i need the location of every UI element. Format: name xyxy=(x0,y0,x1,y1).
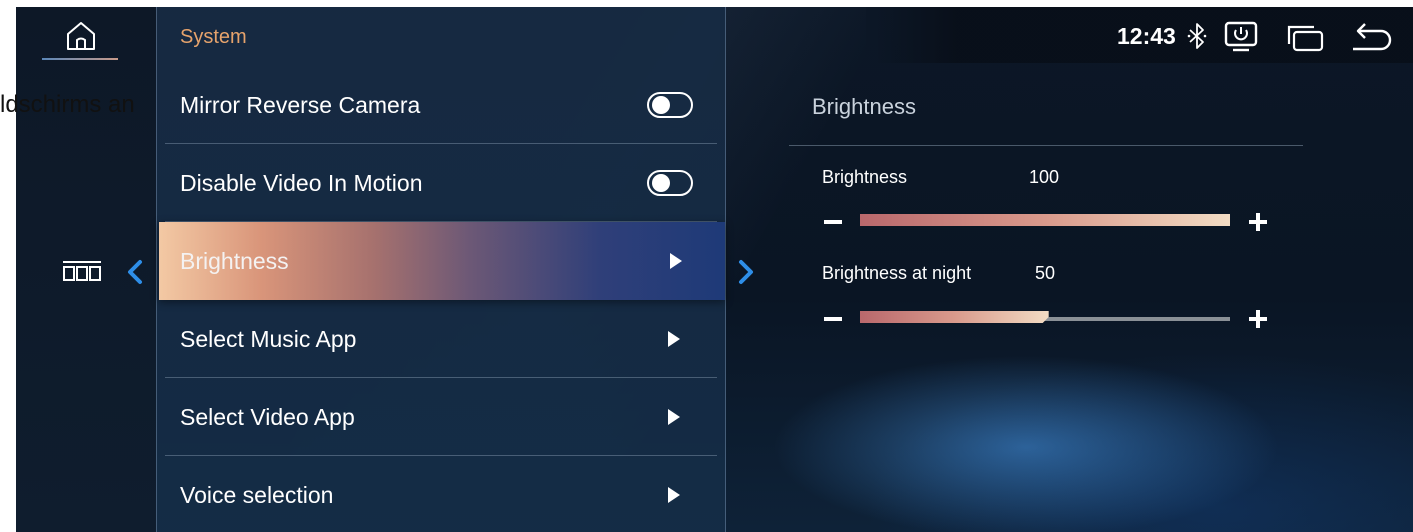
menu-item-voice-selection[interactable]: Voice selection xyxy=(165,456,717,532)
night-brightness-label: Brightness at night xyxy=(822,263,972,283)
brightness-value: 100 xyxy=(1029,167,1060,187)
play-arrow-icon xyxy=(668,331,680,347)
toggle-knob xyxy=(652,174,670,192)
night-brightness-increase-button[interactable] xyxy=(1249,310,1267,328)
bluetooth-icon xyxy=(1187,23,1207,49)
menu-item-label: Brightness xyxy=(180,248,289,274)
head-unit-screen: System Mirror Reverse Camera Disable Vid… xyxy=(16,7,1413,532)
play-arrow-icon xyxy=(668,487,680,503)
screen-power-icon[interactable] xyxy=(1224,21,1258,53)
night-brightness-decrease-button[interactable] xyxy=(824,317,842,321)
menu-item-label: Disable Video In Motion xyxy=(180,170,423,196)
mirror-reverse-camera-toggle[interactable] xyxy=(647,92,693,118)
menu-item-mirror-reverse-camera[interactable]: Mirror Reverse Camera xyxy=(165,66,717,144)
night-brightness-slider[interactable] xyxy=(860,317,1230,321)
menu-item-select-music-app[interactable]: Select Music App xyxy=(165,300,717,378)
divider xyxy=(789,145,1303,146)
brightness-decrease-button[interactable] xyxy=(824,220,842,224)
menu-item-brightness[interactable]: Brightness xyxy=(159,222,725,300)
menu-item-label: Voice selection xyxy=(180,482,334,508)
menu-item-select-video-app[interactable]: Select Video App xyxy=(165,378,717,456)
home-icon[interactable] xyxy=(64,19,98,53)
play-arrow-icon xyxy=(670,253,682,269)
play-arrow-icon xyxy=(668,409,680,425)
menu-item-label: Select Music App xyxy=(180,326,357,352)
window-icon[interactable] xyxy=(1286,24,1326,52)
back-chevron-icon[interactable] xyxy=(124,258,146,286)
detail-title: Brightness xyxy=(812,94,916,119)
forward-chevron-icon[interactable] xyxy=(735,258,757,286)
night-brightness-slider-fill xyxy=(860,311,1049,323)
menu-title: System xyxy=(180,26,247,48)
apps-icon[interactable] xyxy=(62,260,102,282)
brightness-slider[interactable] xyxy=(860,214,1230,226)
night-brightness-value: 50 xyxy=(1035,263,1056,283)
menu-item-label: Mirror Reverse Camera xyxy=(180,92,421,118)
return-icon[interactable] xyxy=(1349,21,1393,51)
toggle-knob xyxy=(652,96,670,114)
settings-menu: System Mirror Reverse Camera Disable Vid… xyxy=(156,7,726,532)
overlay-text: ldschirms an xyxy=(0,91,135,118)
home-active-indicator xyxy=(42,58,118,60)
clock: 12:43 xyxy=(1117,23,1176,49)
disable-video-in-motion-toggle[interactable] xyxy=(647,170,693,196)
brightness-slider-fill xyxy=(860,214,1230,226)
menu-item-disable-video-in-motion[interactable]: Disable Video In Motion xyxy=(165,144,717,222)
brightness-increase-button[interactable] xyxy=(1249,213,1267,231)
brightness-label: Brightness xyxy=(822,167,908,187)
menu-item-label: Select Video App xyxy=(180,404,355,430)
